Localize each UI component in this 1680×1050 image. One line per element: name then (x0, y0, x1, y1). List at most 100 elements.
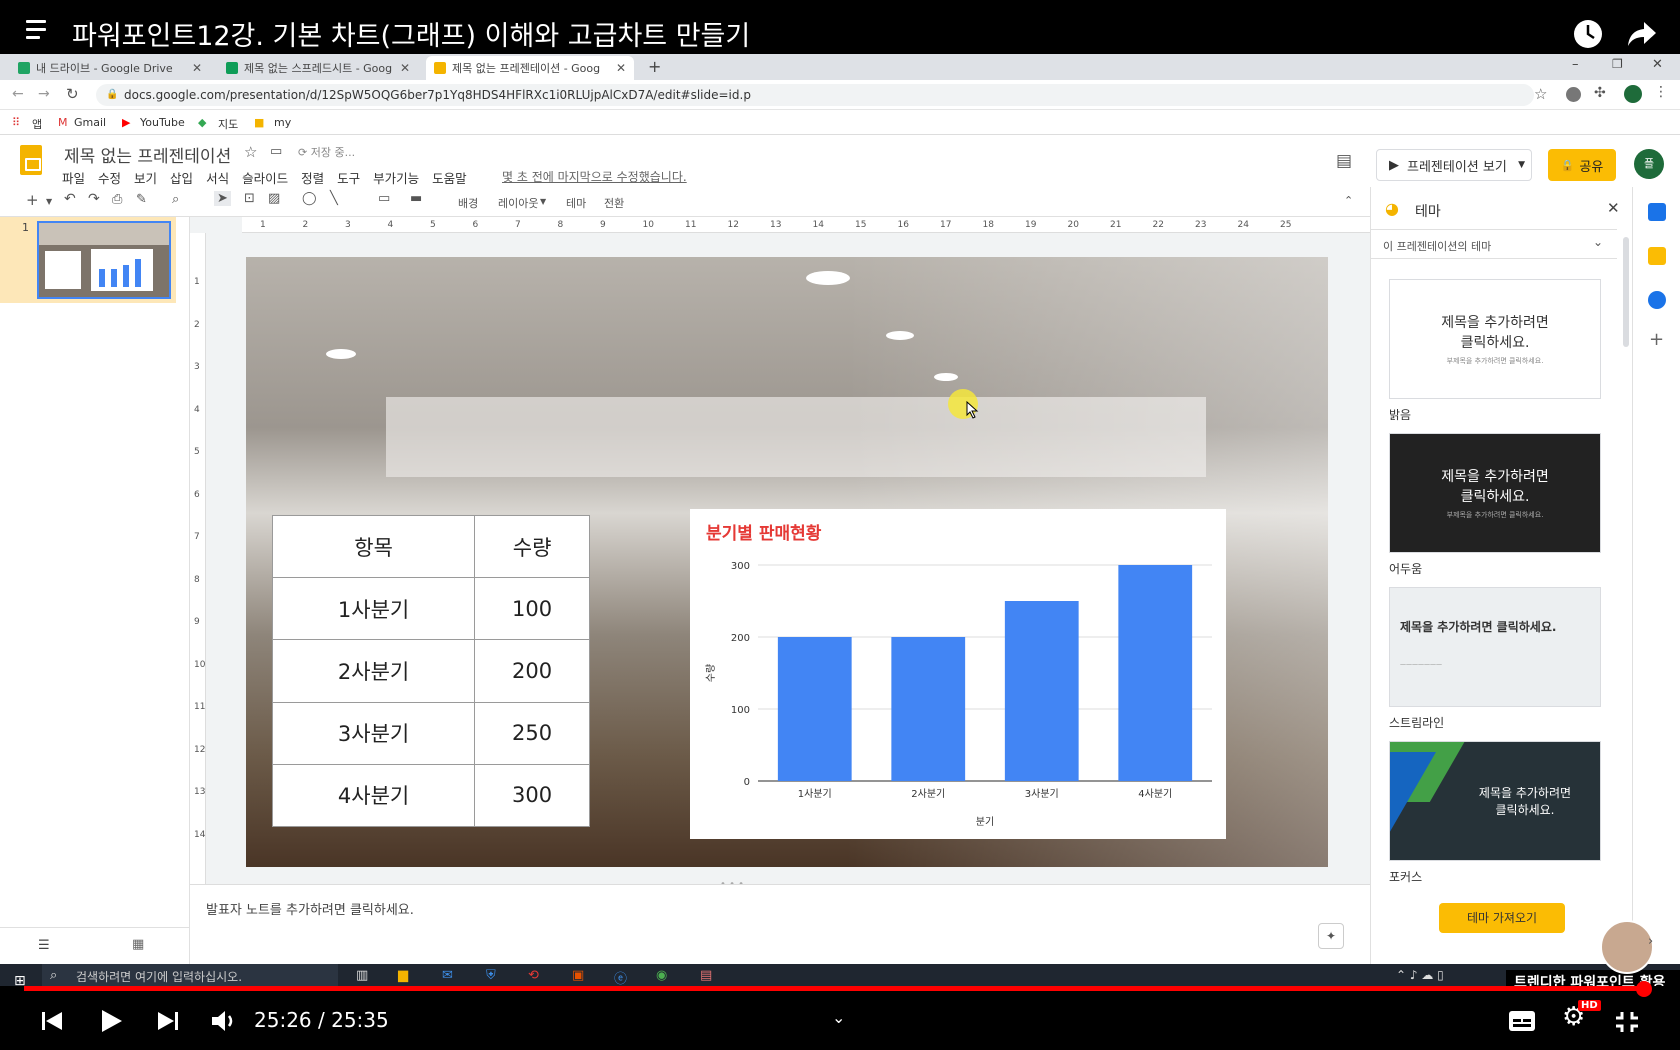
close-panel-icon[interactable]: ✕ (1607, 199, 1620, 217)
new-tab-plus-icon[interactable]: + (648, 57, 661, 76)
url-field[interactable]: 🔒 docs.google.com/presentation/d/12SpW5OQ… (96, 84, 1534, 106)
table-cell[interactable]: 3사분기 (271, 701, 476, 765)
table-cell[interactable]: 4사분기 (271, 763, 476, 828)
profile-avatar[interactable] (1624, 85, 1642, 103)
extension-icon[interactable] (1566, 87, 1581, 102)
theme-thumb-dark[interactable]: 제목을 추가하려면 클릭하세요. 부제목을 추가하려면 클릭하세요. (1389, 433, 1601, 553)
menu-arrange[interactable]: 정렬 (301, 171, 324, 186)
undo-icon[interactable]: ↶ (64, 191, 76, 207)
bar-chart[interactable]: 분기별 판매현황 0 100 200 300 1사분기 2사분기 3사분기 4사분기분기 수량 (690, 509, 1226, 839)
textbox-icon[interactable]: ⊡ (244, 191, 255, 206)
table-cell[interactable]: 300 (474, 763, 590, 828)
chevron-down-icon[interactable]: ▼ (1518, 160, 1525, 170)
image-icon[interactable]: ▨ (268, 191, 280, 206)
theme-button[interactable]: 테마 (566, 195, 586, 211)
bookmark-my[interactable]: my (274, 116, 291, 129)
explore-icon[interactable]: ✦ (1318, 923, 1344, 949)
taskbar-app-icon[interactable]: ▤ (700, 968, 712, 983)
office-icon[interactable]: ▣ (572, 968, 584, 983)
browser-menu-icon[interactable]: ⋮ (1654, 84, 1668, 100)
progress-bar[interactable] (24, 986, 1648, 991)
close-tab-icon[interactable]: ✕ (616, 61, 626, 75)
theme-thumb-streamline[interactable]: 제목을 추가하려면 클릭하세요. ——————— (1389, 587, 1601, 707)
watch-later-icon[interactable] (1572, 18, 1604, 50)
background-button[interactable]: 배경 (458, 195, 478, 211)
redo-icon[interactable]: ↷ (88, 191, 100, 207)
calendar-icon[interactable] (1648, 203, 1666, 221)
previous-icon[interactable] (40, 1010, 64, 1032)
print-icon[interactable]: ⎙ (112, 192, 122, 207)
zoom-icon[interactable]: ⌕ (172, 192, 179, 207)
account-avatar[interactable]: 플 (1634, 149, 1664, 179)
menu-insert[interactable]: 삽입 (170, 171, 193, 186)
bookmark-maps[interactable]: 지도 (218, 116, 238, 132)
exit-fullscreen-icon[interactable] (1614, 1010, 1640, 1034)
star-icon[interactable]: ☆ (244, 143, 257, 161)
subtitles-icon[interactable] (1508, 1010, 1536, 1032)
list-view-icon[interactable]: ☰ (38, 938, 50, 953)
tab-spreadsheet[interactable]: 제목 없는 스프레드시트 - Goog ✕ (218, 56, 418, 80)
tab-google-drive[interactable]: 내 드라이브 - Google Drive ✕ (10, 56, 210, 80)
menu-edit[interactable]: 수정 (98, 171, 121, 186)
slide-data-table[interactable]: 항목 수량 1사분기 100 2사분기 200 3사분기 250 4사분기 300 (271, 514, 590, 828)
add-addon-icon[interactable]: + (1649, 329, 1664, 350)
import-theme-button[interactable]: 테마 가져오기 (1439, 903, 1565, 933)
forward-icon[interactable]: → (38, 86, 50, 102)
document-title[interactable]: 제목 없는 프레젠테이션 (64, 142, 231, 167)
panel-scrollbar[interactable] (1623, 237, 1629, 347)
ie-icon[interactable]: ⓔ (614, 968, 627, 987)
shape-icon[interactable]: ◯ (302, 191, 317, 206)
bookmark-youtube[interactable]: YouTube (140, 116, 185, 129)
menu-slide[interactable]: 슬라이드 (242, 171, 288, 186)
menu-file[interactable]: 파일 (62, 171, 85, 186)
table-header-quantity[interactable]: 수량 (474, 514, 590, 579)
comments-icon[interactable]: ▤ (1336, 151, 1352, 171)
table-header-item[interactable]: 항목 (271, 514, 476, 579)
table-cell[interactable]: 2사분기 (271, 639, 476, 703)
paint-format-icon[interactable]: ✎ (136, 192, 147, 207)
speaker-notes[interactable]: 발표자 노트를 추가하려면 클릭하세요. ✦ (190, 884, 1370, 964)
chevron-right-icon[interactable]: › (1648, 934, 1653, 949)
close-tab-icon[interactable]: ✕ (400, 61, 410, 75)
theme-section-header[interactable]: 이 프레젠테이션의 테마 ⌄ (1371, 229, 1617, 259)
select-cursor-icon[interactable]: ➤ (214, 191, 231, 206)
puzzle-extension-icon[interactable]: ✣ (1594, 85, 1606, 101)
layout-dropdown-icon[interactable]: ▼ (540, 197, 546, 206)
close-tab-icon[interactable]: ✕ (192, 61, 202, 75)
share-button[interactable]: 🔒 공유 (1548, 149, 1616, 181)
tasks-icon[interactable] (1648, 291, 1666, 309)
window-close-icon[interactable]: ✕ (1652, 57, 1663, 72)
share-arrow-icon[interactable] (1626, 20, 1658, 48)
present-button[interactable]: ▶ 프레젠테이션 보기 ▼ (1376, 149, 1532, 181)
new-slide-dropdown-icon[interactable]: ▼ (46, 197, 52, 206)
line-icon[interactable]: ╲ (330, 191, 338, 206)
task-view-icon[interactable]: ▥ (356, 968, 368, 983)
back-icon[interactable]: ← (12, 86, 24, 102)
menu-tools[interactable]: 도구 (337, 171, 360, 186)
security-icon[interactable]: ⛨ (486, 968, 496, 983)
mail-icon[interactable]: ✉ (442, 968, 453, 983)
move-folder-icon[interactable]: ▭ (270, 144, 282, 159)
theme-thumb-light[interactable]: 제목을 추가하려면 클릭하세요. 부제목을 추가하려면 클릭하세요. (1389, 279, 1601, 399)
bookmark-gmail[interactable]: Gmail (74, 116, 106, 129)
transition-button[interactable]: 전환 (604, 195, 624, 211)
theme-thumb-focus[interactable]: 제목을 추가하려면 클릭하세요. (1389, 741, 1601, 861)
bookmark-apps[interactable]: 앱 (32, 116, 42, 132)
tab-presentation[interactable]: 제목 없는 프레젠테이션 - Goog ✕ (426, 56, 634, 80)
volume-icon[interactable] (210, 1008, 238, 1034)
slide-thumbnail[interactable] (37, 221, 171, 299)
system-tray-icons[interactable]: ⌃ ♪ ☁ ▯ (1396, 968, 1444, 982)
horizontal-ruler[interactable]: 1 2 3 4 5 6 7 8 9 10 11 12 13 14 15 16 17 18 19 20 21 22 23 24 2… (242, 217, 1370, 233)
menu-format[interactable]: 서식 (206, 171, 229, 186)
slides-logo-icon[interactable] (20, 145, 42, 175)
file-explorer-icon[interactable]: ▆ (398, 968, 408, 983)
menu-addons[interactable]: 부가기능 (373, 171, 419, 186)
grid-view-icon[interactable]: ▦ (132, 937, 144, 952)
slide[interactable]: 항목 수량 1사분기 100 2사분기 200 3사분기 250 4사분기 300 분기별… (246, 257, 1328, 867)
menu-view[interactable]: 보기 (134, 171, 157, 186)
chevron-down-icon[interactable]: ⌄ (832, 1008, 845, 1027)
minimize-icon[interactable]: – (1572, 57, 1579, 72)
play-icon[interactable] (98, 1008, 124, 1034)
comment-add-icon[interactable]: ▭ (378, 191, 390, 206)
bookmark-star-icon[interactable]: ☆ (1534, 85, 1547, 103)
